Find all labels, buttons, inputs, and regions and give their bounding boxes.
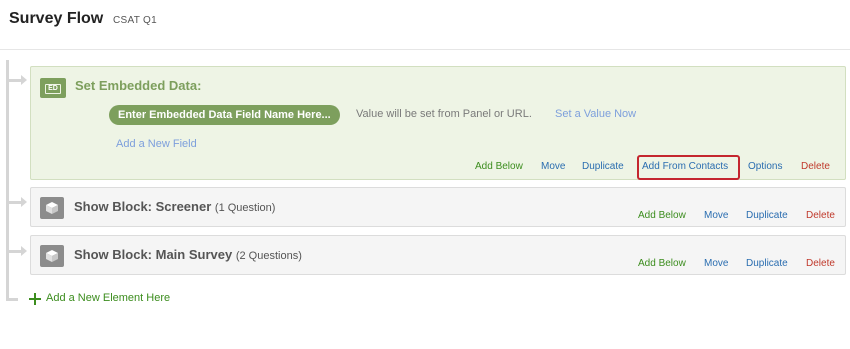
show-block-element: Show Block: Screener (1 Question) Add Be… [30, 187, 846, 227]
field-value-text: Value will be set from Panel or URL. [356, 108, 532, 120]
question-count: (1 Question) [214, 202, 276, 214]
add-below-button[interactable]: Add Below [475, 161, 523, 172]
page-title: Survey Flow [9, 10, 104, 27]
flow-connector [6, 79, 22, 82]
add-new-field-link[interactable]: Add a New Field [116, 138, 197, 150]
flow-connector [6, 250, 22, 253]
question-count: (2 Questions) [235, 250, 302, 262]
show-block-element: Show Block: Main Survey (2 Questions) Ad… [30, 235, 846, 275]
duplicate-button[interactable]: Duplicate [746, 210, 788, 221]
block-title: Show Block: Main Survey (2 Questions) [74, 247, 302, 262]
delete-button[interactable]: Delete [801, 161, 830, 172]
move-button[interactable]: Move [704, 258, 728, 269]
set-value-now-link[interactable]: Set a Value Now [555, 108, 636, 120]
flow-connector [6, 298, 18, 301]
delete-button[interactable]: Delete [806, 258, 835, 269]
flow-arrow [21, 197, 27, 207]
block-cube-icon [40, 245, 64, 267]
options-button[interactable]: Options [748, 161, 782, 172]
plus-icon[interactable] [29, 293, 41, 305]
block-title: Show Block: Screener (1 Question) [74, 199, 276, 214]
add-below-button[interactable]: Add Below [638, 210, 686, 221]
survey-name: CSAT Q1 [113, 15, 157, 26]
move-button[interactable]: Move [704, 210, 728, 221]
embedded-field-name-input[interactable]: Enter Embedded Data Field Name Here... [109, 105, 340, 125]
delete-button[interactable]: Delete [806, 210, 835, 221]
flow-arrow [21, 246, 27, 256]
embedded-data-element: ED Set Embedded Data: Enter Embedded Dat… [30, 66, 846, 180]
add-new-element-link[interactable]: Add a New Element Here [46, 292, 170, 304]
add-from-contacts-button[interactable]: Add From Contacts [642, 161, 728, 172]
embedded-data-icon: ED [40, 78, 66, 98]
add-below-button[interactable]: Add Below [638, 258, 686, 269]
duplicate-button[interactable]: Duplicate [582, 161, 624, 172]
block-cube-icon [40, 197, 64, 219]
duplicate-button[interactable]: Duplicate [746, 258, 788, 269]
embedded-data-title: Set Embedded Data: [75, 78, 202, 93]
flow-connector [6, 201, 22, 204]
flow-line [6, 60, 9, 300]
move-button[interactable]: Move [541, 161, 565, 172]
page-header: Survey Flow CSAT Q1 [0, 0, 850, 50]
flow-arrow [21, 75, 27, 85]
